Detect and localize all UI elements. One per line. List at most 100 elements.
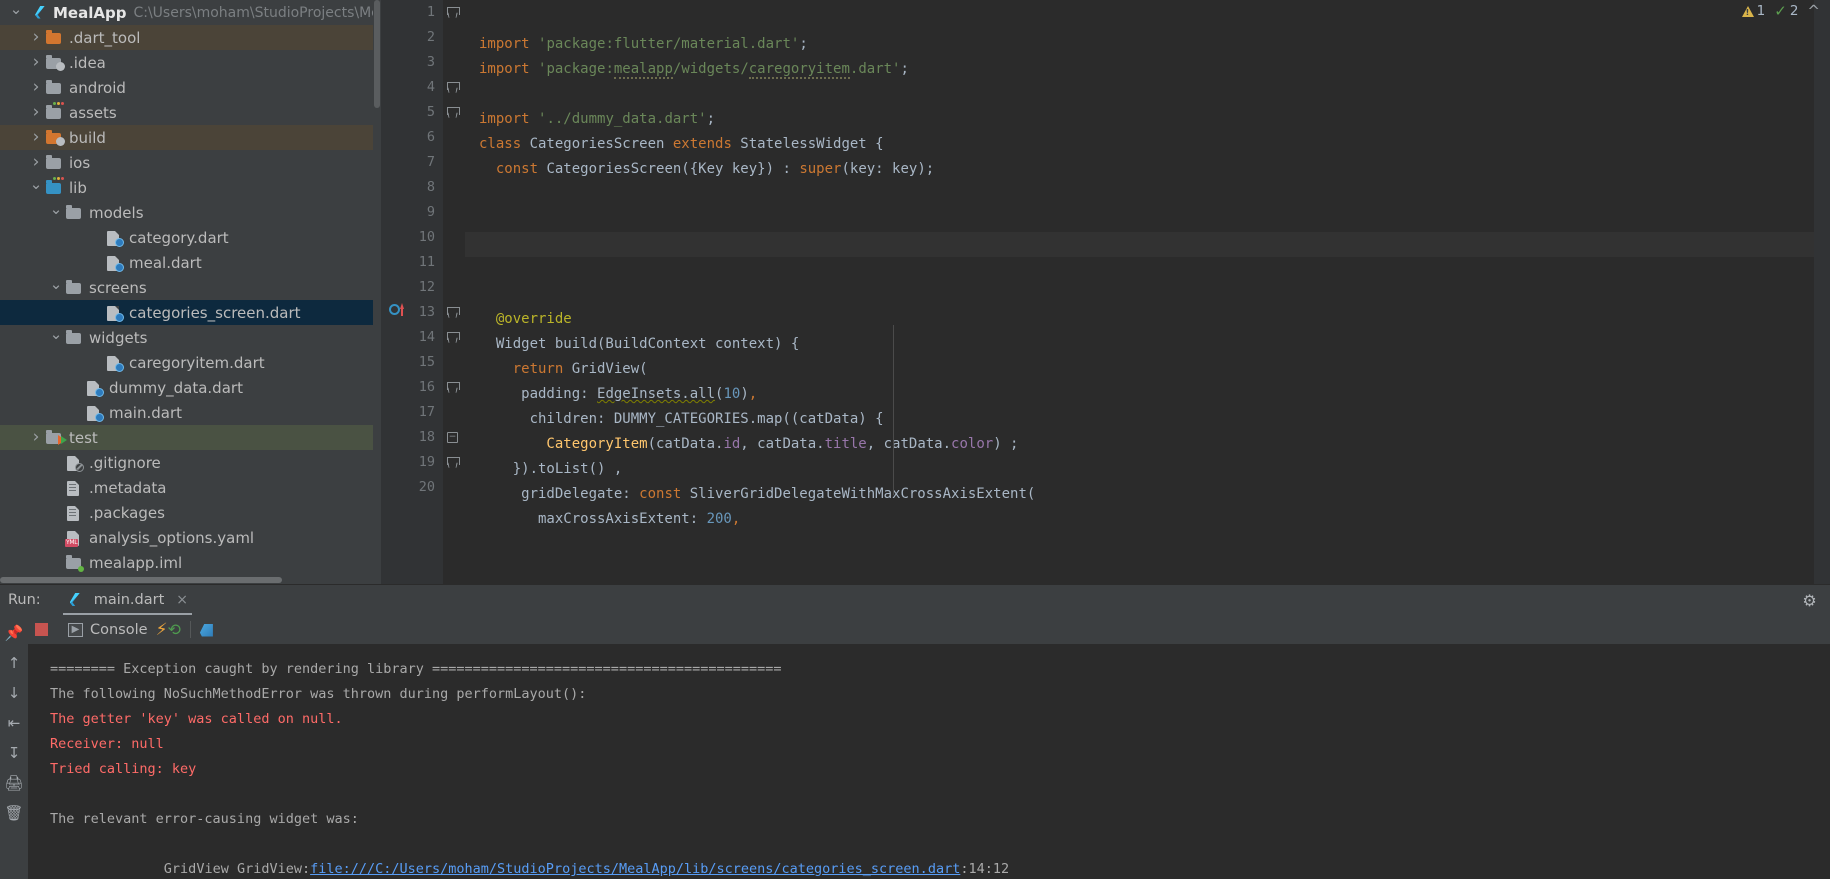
code-line[interactable]: import 'package:mealapp/widgets/caregory… <box>465 57 1830 82</box>
console-link-line[interactable]: GridView GridView:file:///C:/Users/moham… <box>50 832 1830 877</box>
fold-marker-line1[interactable] <box>447 7 460 18</box>
code-line[interactable]: gridDelegate: const SliverGridDelegateWi… <box>465 482 1830 507</box>
tree-item-metadata[interactable]: .metadata <box>0 475 381 500</box>
tree-item-ios[interactable]: ios <box>0 150 381 180</box>
tree-item-assets[interactable]: assets <box>0 100 381 125</box>
soft-wrap-icon[interactable]: ⇤ <box>4 711 24 735</box>
code-line[interactable] <box>465 257 1830 282</box>
fold-marker-line16[interactable] <box>447 382 460 393</box>
fold-marker-line14[interactable] <box>447 332 460 343</box>
console-output[interactable]: ======== Exception caught by rendering l… <box>28 645 1830 879</box>
tree-item-build[interactable]: build <box>0 125 381 150</box>
code-line[interactable]: @override <box>465 307 1830 332</box>
close-icon[interactable]: × <box>176 592 188 608</box>
project-tree-panel[interactable]: MealApp C:\Users\moham\StudioProjects\Mea… <box>0 0 381 584</box>
code-line[interactable]: children: DUMMY_CATEGORIES.map((catData)… <box>465 407 1830 432</box>
tree-vertical-scrollbar[interactable] <box>373 0 381 584</box>
hot-reload-icon[interactable]: ⚡ <box>156 620 168 640</box>
editor-gutter[interactable]: 1 2 3 4 5 6 7 8 9 10 11 12 13 14 15 16 17 18 19 20 <box>381 0 443 584</box>
project-root-row[interactable]: MealApp C:\Users\moham\StudioProjects\Mea… <box>0 0 381 25</box>
code-line[interactable]: padding: EdgeInsets.all(10), <box>465 382 1830 407</box>
code-line[interactable]: CategoryItem(catData.id, catData.title, … <box>465 432 1830 457</box>
chevron-right-icon[interactable] <box>28 29 44 46</box>
code-line[interactable]: maxCrossAxisExtent: 200, <box>465 507 1830 532</box>
chevron-right-icon[interactable] <box>28 129 44 146</box>
open-devtools-icon[interactable] <box>200 622 214 638</box>
arrow-down-icon[interactable]: ↓ <box>4 681 24 705</box>
stop-button[interactable] <box>35 623 48 636</box>
tree-item-android[interactable]: android <box>0 75 381 105</box>
code-line[interactable]: Widget build(BuildContext context) { <box>465 332 1830 357</box>
tree-item-models[interactable]: models <box>0 200 381 225</box>
tree-item-meal-dart[interactable]: meal.dart <box>0 250 381 275</box>
tree-item-idea[interactable]: .idea <box>0 50 381 75</box>
tree-item-screens[interactable]: screens <box>0 275 381 300</box>
code-line[interactable]: import 'package:flutter/material.dart'; <box>465 32 1830 57</box>
fold-column[interactable]: − <box>443 0 465 584</box>
fold-marker-line4[interactable] <box>447 82 460 93</box>
code-line-list[interactable]: import 'package:flutter/material.dart'; i… <box>465 32 1830 532</box>
fold-marker-line19[interactable] <box>447 457 460 468</box>
tree-item-test[interactable]: test <box>0 425 381 450</box>
chevron-right-icon[interactable] <box>28 79 44 96</box>
chevron-down-icon[interactable] <box>48 205 64 220</box>
run-tab-main-dart[interactable]: main.dart × <box>57 585 198 616</box>
tree-item-lib[interactable]: lib <box>0 175 381 200</box>
code-line[interactable]: class CategoriesScreen extends Stateless… <box>465 132 1830 157</box>
tree-item-category-dart[interactable]: category.dart <box>0 225 381 250</box>
fold-marker-line5[interactable] <box>447 107 460 118</box>
code-line[interactable]: }).toList() , <box>465 457 1830 482</box>
hot-restart-icon[interactable]: ⟲ <box>168 620 181 639</box>
tree-item-dummy-data-dart[interactable]: dummy_data.dart <box>0 375 381 400</box>
project-tree-list[interactable]: MealApp C:\Users\moham\StudioProjects\Mea… <box>0 0 381 575</box>
chevron-right-icon[interactable] <box>28 154 44 171</box>
chevron-right-icon[interactable] <box>28 54 44 71</box>
ok-indicator[interactable]: ✓ 2 <box>1774 2 1798 20</box>
tree-item-categories-screen-dart[interactable]: categories_screen.dart <box>0 300 381 325</box>
tree-item-dart-tool[interactable]: .dart_tool <box>0 25 381 50</box>
chevron-down-icon[interactable] <box>48 280 64 295</box>
run-gutter-icon[interactable] <box>389 303 404 318</box>
chevron-right-icon[interactable] <box>28 429 44 446</box>
tree-item-widgets[interactable]: widgets <box>0 325 381 350</box>
code-editor[interactable]: 1 2 3 4 5 6 7 8 9 10 11 12 13 14 15 16 17 18 19 20 − import… <box>381 0 1830 584</box>
clear-all-icon[interactable]: 🗑 <box>4 801 24 825</box>
run-left-rail[interactable]: 📌 ↑ ↓ ⇤ ↧ 🖨 🗑 <box>0 615 28 879</box>
tree-hscrollbar-thumb[interactable] <box>0 577 282 583</box>
code-text-area[interactable]: import 'package:flutter/material.dart'; i… <box>465 0 1830 584</box>
chevron-down-icon[interactable] <box>28 180 44 195</box>
chevron-down-icon[interactable] <box>48 330 64 345</box>
gear-icon[interactable]: ⚙ <box>1801 592 1818 609</box>
console-link-suffix: :14:12 <box>960 861 1010 877</box>
code-line[interactable]: import '../dummy_data.dart'; <box>465 107 1830 132</box>
code-line[interactable] <box>465 207 1830 232</box>
chevron-down-icon[interactable] <box>8 5 24 20</box>
code-line[interactable] <box>465 232 1830 257</box>
code-line[interactable] <box>465 182 1830 207</box>
fold-marker-line18[interactable]: − <box>447 432 458 443</box>
inspection-status-widget[interactable]: 1 ✓ 2 ^ <box>1741 2 1820 20</box>
tree-scrollbar-thumb[interactable] <box>374 0 380 108</box>
chevron-right-icon[interactable] <box>28 104 44 121</box>
tree-item-main-dart[interactable]: main.dart <box>0 400 381 425</box>
tree-item-packages[interactable]: .packages <box>0 500 381 525</box>
file-link[interactable]: file:///C:/Users/moham/StudioProjects/Me… <box>310 861 960 877</box>
tree-item-analysis-options-yaml[interactable]: YML analysis_options.yaml <box>0 525 381 550</box>
warning-indicator[interactable]: 1 <box>1741 3 1765 19</box>
scroll-to-end-icon[interactable]: ↧ <box>4 741 24 765</box>
print-icon[interactable]: 🖨 <box>4 771 24 795</box>
code-line[interactable]: return GridView( <box>465 357 1830 382</box>
code-line[interactable] <box>465 82 1830 107</box>
tree-item-gitignore[interactable]: .gitignore <box>0 450 381 475</box>
tree-horizontal-scrollbar[interactable] <box>0 576 381 584</box>
arrow-up-icon[interactable]: ↑ <box>4 651 24 675</box>
chevron-double-up-icon[interactable]: ^ <box>1807 2 1820 20</box>
code-line[interactable] <box>465 282 1830 307</box>
console-tab[interactable]: ▶ Console <box>60 622 156 638</box>
code-line[interactable]: const CategoriesScreen({Key key}) : supe… <box>465 157 1830 182</box>
editor-scrollbar-strip[interactable] <box>1814 0 1830 584</box>
tree-item-caregoryitem-dart[interactable]: caregoryitem.dart <box>0 350 381 375</box>
tree-item-mealapp-iml[interactable]: mealapp.iml <box>0 550 381 575</box>
pin-icon[interactable]: 📌 <box>4 621 24 645</box>
fold-marker-line13[interactable] <box>447 307 460 318</box>
